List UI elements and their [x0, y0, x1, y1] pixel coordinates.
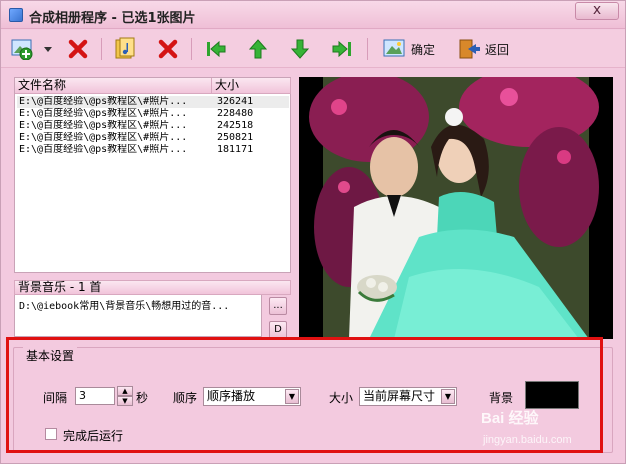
- wedding-photo: [299, 77, 613, 339]
- interval-label: 间隔: [43, 391, 68, 405]
- confirm-image-icon: [383, 39, 405, 57]
- image-file-list[interactable]: 文件名称 大小 E:\@百度经验\@ps教程区\#照片... 326241 E:…: [14, 77, 291, 273]
- delete-x-icon: [158, 39, 178, 59]
- order-value: 顺序播放: [207, 389, 256, 403]
- add-image-button[interactable]: [11, 36, 35, 62]
- watermark-url: jingyan.baidu.com: [483, 434, 572, 446]
- close-button[interactable]: x: [575, 2, 619, 20]
- watermark-logo: Bai 经验: [481, 410, 539, 427]
- back-label: 返回: [485, 42, 510, 57]
- window-title: 合成相册程序 - 已选1张图片: [29, 11, 196, 26]
- image-preview: [299, 77, 613, 339]
- spin-down-icon[interactable]: ▼: [117, 396, 133, 406]
- settings-legend: 基本设置: [23, 347, 78, 364]
- move-first-button[interactable]: [205, 36, 227, 62]
- delete-music-button[interactable]: D: [269, 321, 287, 339]
- file-size: 228480: [217, 108, 254, 119]
- dropdown-arrow-icon: [44, 47, 52, 52]
- run-after-label[interactable]: 完成后运行: [63, 427, 123, 444]
- run-after-checkbox[interactable]: [45, 428, 57, 440]
- music-item[interactable]: D:\@iebook常用\背景音乐\畅想用过的音...: [19, 297, 259, 312]
- size-label: 大小: [329, 391, 354, 405]
- table-row[interactable]: E:\@百度经验\@ps教程区\#照片... 326241: [17, 96, 289, 108]
- interval-unit: 秒: [136, 391, 149, 405]
- add-dropdown-button[interactable]: [43, 36, 53, 62]
- confirm-label: 确定: [411, 42, 436, 57]
- interval-input[interactable]: 3: [75, 387, 115, 405]
- arrow-down-icon: [290, 39, 310, 59]
- toolbar-separator: [191, 38, 192, 60]
- move-down-button[interactable]: [289, 36, 311, 62]
- back-button[interactable]: 返回: [457, 36, 509, 62]
- confirm-button[interactable]: 确定: [383, 36, 435, 62]
- size-select[interactable]: 当前屏幕尺寸 ▼: [359, 387, 457, 406]
- interval-stepper[interactable]: ▲ ▼: [117, 386, 133, 406]
- background-label: 背景: [489, 391, 514, 405]
- toolbar: 确定 返回: [1, 30, 625, 68]
- file-name: E:\@百度经验\@ps教程区\#照片...: [19, 132, 188, 143]
- toolbar-separator: [367, 38, 368, 60]
- column-header-filename[interactable]: 文件名称: [15, 78, 212, 94]
- file-name: E:\@百度经验\@ps教程区\#照片...: [19, 144, 188, 155]
- remove-music-button[interactable]: [157, 36, 179, 62]
- file-size: 326241: [217, 96, 254, 107]
- browse-music-button[interactable]: ...: [269, 297, 287, 315]
- move-last-button[interactable]: [331, 36, 353, 62]
- order-select[interactable]: 顺序播放 ▼: [203, 387, 301, 406]
- add-image-icon: [11, 39, 33, 60]
- background-color-picker[interactable]: [525, 381, 579, 409]
- spin-up-icon[interactable]: ▲: [117, 386, 133, 396]
- exit-door-icon: [459, 39, 480, 59]
- music-list[interactable]: D:\@iebook常用\背景音乐\畅想用过的音...: [14, 295, 262, 337]
- album-window: 合成相册程序 - 已选1张图片 x 确定 返回 文件名称 大小 E:\@百度经验…: [0, 0, 626, 464]
- file-name: E:\@百度经验\@ps教程区\#照片...: [19, 120, 188, 131]
- arrow-last-icon: [332, 40, 351, 58]
- order-label: 顺序: [173, 391, 198, 405]
- file-name: E:\@百度经验\@ps教程区\#照片...: [19, 108, 188, 119]
- file-size: 181171: [217, 144, 254, 155]
- music-list-header: 背景音乐 - 1 首: [14, 280, 291, 295]
- chevron-down-icon[interactable]: ▼: [285, 389, 299, 404]
- move-up-button[interactable]: [247, 36, 269, 62]
- add-music-button[interactable]: [113, 36, 137, 62]
- delete-x-icon: [68, 39, 88, 59]
- arrow-up-icon: [248, 39, 268, 59]
- size-value: 当前屏幕尺寸: [363, 389, 436, 403]
- file-name: E:\@百度经验\@ps教程区\#照片...: [19, 96, 188, 107]
- toolbar-separator: [101, 38, 102, 60]
- file-size: 250821: [217, 132, 254, 143]
- title-bar: 合成相册程序 - 已选1张图片 x: [1, 1, 625, 29]
- file-size: 242518: [217, 120, 254, 131]
- column-header-size[interactable]: 大小: [212, 78, 291, 94]
- app-icon: [9, 8, 23, 22]
- chevron-down-icon[interactable]: ▼: [441, 389, 455, 404]
- music-folder-icon: [115, 37, 135, 59]
- remove-image-button[interactable]: [67, 36, 89, 62]
- arrow-first-icon: [207, 40, 226, 58]
